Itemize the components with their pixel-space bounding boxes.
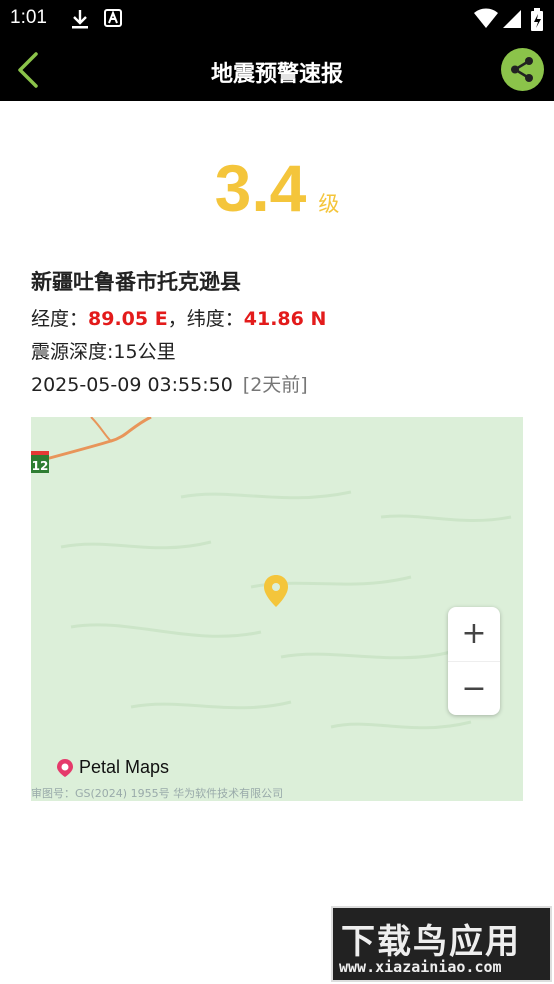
battery-icon xyxy=(531,8,543,31)
petal-maps-logo: Petal Maps xyxy=(57,757,169,778)
share-button[interactable] xyxy=(501,48,544,91)
watermark-url: www.xiazainiao.com xyxy=(339,958,502,976)
magnitude-unit: 级 xyxy=(318,192,340,216)
datetime-row: 2025-05-09 03:55:50 [2天前] xyxy=(31,370,326,397)
wifi-icon xyxy=(474,8,498,28)
petal-maps-icon xyxy=(57,759,73,778)
zoom-controls: + − xyxy=(448,607,500,715)
zoom-in-button[interactable]: + xyxy=(448,607,500,661)
download-icon xyxy=(72,10,88,29)
longitude-value: 89.05 E xyxy=(88,308,168,330)
time-ago: [2天前] xyxy=(242,374,308,396)
route-badge: 12 xyxy=(31,451,49,473)
magnitude: 3.4 级 xyxy=(0,150,554,226)
map-copyright: 审图号：GS(2024) 1955号 华为软件技术有限公司 xyxy=(31,787,284,800)
latitude-label: 纬度： xyxy=(186,308,244,330)
font-a-icon xyxy=(104,9,122,27)
map[interactable]: 12 + − Petal Maps 审图号：GS(2024) 1955号 华为软… xyxy=(31,417,523,801)
watermark: 下载鸟应用 www.xiazainiao.com xyxy=(331,906,552,982)
page-title: 地震预警速报 xyxy=(210,62,343,87)
longitude-label: 经度： xyxy=(31,308,89,330)
watermark-title: 下载鸟应用 xyxy=(341,922,521,962)
latitude-value: 41.86 N xyxy=(243,308,327,330)
location: 新疆吐鲁番市托克逊县 xyxy=(31,270,241,294)
app-bar: 地震预警速报 xyxy=(0,38,554,101)
coordinates: 经度：89.05 E，纬度：41.86 N xyxy=(31,304,326,331)
status-time: 1:01 xyxy=(10,7,47,28)
datetime: 2025-05-09 03:55:50 xyxy=(31,374,233,396)
petal-maps-label: Petal Maps xyxy=(79,757,170,777)
depth: 震源深度:15公里 xyxy=(31,341,176,363)
coord-separator: ， xyxy=(167,308,187,330)
signal-icon xyxy=(503,10,521,28)
status-bar: 1:01 xyxy=(0,0,554,38)
quake-info: 新疆吐鲁番市托克逊县 经度：89.05 E，纬度：41.86 N 震源深度:15… xyxy=(31,266,326,403)
magnitude-value: 3.4 xyxy=(214,151,307,225)
zoom-out-button[interactable]: − xyxy=(448,661,500,716)
share-icon xyxy=(511,57,533,82)
location-pin-icon[interactable] xyxy=(264,575,288,607)
